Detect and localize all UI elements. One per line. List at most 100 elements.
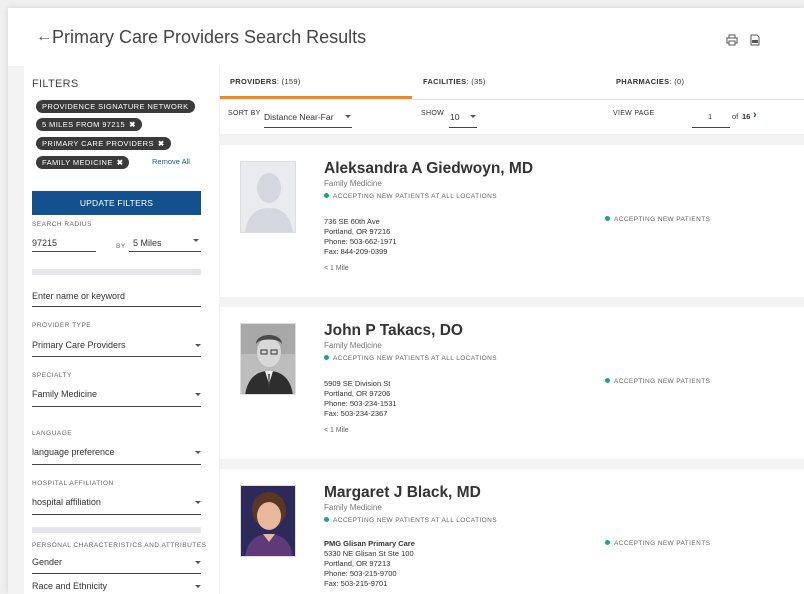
provider-type-select[interactable]: Primary Care Providers <box>32 340 126 350</box>
close-icon[interactable]: ✖ <box>158 139 165 148</box>
person-silhouette-icon <box>241 162 295 232</box>
chevron-down-icon[interactable] <box>193 239 199 242</box>
provider-photo <box>240 485 296 557</box>
provider-address: 5909 SE Division St Portland, OR 97206 P… <box>324 379 397 419</box>
arrow-left-icon[interactable]: ← <box>36 28 52 46</box>
sort-underline <box>264 127 352 128</box>
filters-title: FILTERS <box>32 78 79 90</box>
status-text: ACCEPTING NEW PATIENTS <box>614 540 711 547</box>
provider-name[interactable]: Margaret J Black, MD <box>324 484 481 502</box>
zip-input[interactable]: 97215 <box>32 238 57 248</box>
filter-chip-specialty[interactable]: FAMILY MEDICINE ✖ <box>36 156 130 169</box>
sort-toolbar: SORT BY Distance Near-Far SHOW 10 VIEW P… <box>220 100 804 134</box>
close-icon[interactable]: ✖ <box>129 120 136 129</box>
provider-headshot-color <box>241 486 295 556</box>
radius-select[interactable]: 5 Miles <box>133 238 162 248</box>
phone[interactable]: Phone: 503-662-1971 <box>324 237 397 247</box>
accepting-all-status: ACCEPTING NEW PATIENTS AT ALL LOCATIONS <box>324 355 497 362</box>
tab-count: : (0) <box>669 77 685 86</box>
specialty-select[interactable]: Family Medicine <box>32 389 97 399</box>
provider-card[interactable]: Margaret J Black, MD Family Medicine ACC… <box>220 469 804 594</box>
provider-specialty: Family Medicine <box>324 503 382 512</box>
divider <box>32 527 201 533</box>
tab-facilities[interactable]: FACILITIES: (35) <box>423 77 486 86</box>
print-icon[interactable] <box>726 34 738 46</box>
filters-sidebar: FILTERS PROVIDENCE SIGNATURE NETWORK 5 M… <box>24 66 219 594</box>
accepting-all-status: ACCEPTING NEW PATIENTS AT ALL LOCATIONS <box>324 517 497 524</box>
address-line-2: Portland, OR 97216 <box>324 227 391 236</box>
status-text: ACCEPTING NEW PATIENTS AT ALL LOCATIONS <box>333 517 497 524</box>
chip-label: 5 MILES FROM 97215 <box>42 120 126 129</box>
remove-all-link[interactable]: Remove All <box>152 157 190 166</box>
chevron-down-icon[interactable] <box>345 115 351 118</box>
show-select[interactable]: 10 <box>450 112 459 122</box>
filter-chip-distance[interactable]: 5 MILES FROM 97215 ✖ <box>36 118 142 131</box>
tab-providers[interactable]: PROVIDERS: (159) <box>230 77 301 86</box>
chevron-down-icon[interactable] <box>195 344 201 347</box>
name-keyword-input[interactable]: Enter name or keyword <box>32 291 125 301</box>
tab-count: : (35) <box>466 77 486 86</box>
chevron-down-icon[interactable] <box>195 561 201 564</box>
update-filters-button[interactable]: UPDATE FILTERS <box>32 191 201 215</box>
clinic-name[interactable]: PMG Glisan Primary Care <box>324 539 415 549</box>
divider <box>32 269 201 275</box>
chip-label: PRIMARY CARE PROVIDERS <box>42 139 154 148</box>
tab-label: PHARMACIES <box>616 77 670 86</box>
name-underline <box>32 306 201 307</box>
accepting-all-status: ACCEPTING NEW PATIENTS AT ALL LOCATIONS <box>324 193 497 200</box>
phone[interactable]: Phone: 503-234-1531 <box>324 399 397 409</box>
race-ethnicity-select[interactable]: Race and Ethnicity <box>32 581 107 591</box>
tab-label: PROVIDERS <box>230 77 277 86</box>
filter-chip-network[interactable]: PROVIDENCE SIGNATURE NETWORK <box>36 100 195 113</box>
chevron-down-icon[interactable] <box>195 451 201 454</box>
address-line-1: 5909 SE Division St <box>324 379 391 388</box>
filter-chip-provider-type[interactable]: PRIMARY CARE PROVIDERS ✖ <box>36 137 171 150</box>
next-page-icon[interactable]: › <box>753 109 757 121</box>
address-line-1: 736 SE 60th Ave <box>324 217 380 226</box>
language-underline <box>32 464 201 465</box>
provider-photo <box>240 323 296 395</box>
sort-select[interactable]: Distance Near-Far <box>264 112 333 122</box>
provider-type-underline <box>32 356 201 357</box>
hospital-select[interactable]: hospital affiliation <box>32 497 101 507</box>
status-dot-icon <box>324 355 329 360</box>
chip-label: PROVIDENCE SIGNATURE NETWORK <box>42 102 189 111</box>
fax: Fax: 844-209-0399 <box>324 247 388 256</box>
view-page-label: VIEW PAGE <box>613 110 655 117</box>
show-label: SHOW <box>421 110 444 117</box>
page-underline <box>692 127 730 128</box>
hospital-underline <box>32 514 201 515</box>
page-input[interactable]: 1 <box>708 112 712 121</box>
language-select[interactable]: language preference <box>32 447 115 457</box>
phone[interactable]: Phone: 503-215-9700 <box>324 569 415 579</box>
search-radius-label: SEARCH RADIUS <box>32 221 92 228</box>
status-text: ACCEPTING NEW PATIENTS <box>614 378 711 385</box>
close-icon[interactable]: ✖ <box>117 158 124 167</box>
pdf-icon[interactable] <box>749 34 761 46</box>
chevron-down-icon[interactable] <box>470 115 476 118</box>
chevron-down-icon[interactable] <box>195 501 201 504</box>
page-title: Primary Care Providers Search Results <box>52 27 367 47</box>
gender-select[interactable]: Gender <box>32 557 62 567</box>
chip-label: FAMILY MEDICINE <box>42 158 113 167</box>
chevron-down-icon[interactable] <box>195 585 201 588</box>
total-pages: 16 <box>742 112 751 121</box>
tab-pharmacies[interactable]: PHARMACIES: (0) <box>616 77 684 86</box>
radius-underline <box>129 251 201 252</box>
status-dot-icon <box>605 540 610 545</box>
chevron-down-icon[interactable] <box>195 393 201 396</box>
provider-type-label: PROVIDER TYPE <box>32 322 92 329</box>
page-header: ← Primary Care Providers Search Results <box>8 8 804 66</box>
tab-count: : (159) <box>276 77 301 86</box>
results-main: PROVIDERS: (159) FACILITIES: (35) PHARMA… <box>220 66 804 594</box>
provider-card[interactable]: Aleksandra A Giedwoyn, MD Family Medicin… <box>220 145 804 297</box>
status-dot-icon <box>605 378 610 383</box>
provider-name[interactable]: John P Takacs, DO <box>324 322 463 340</box>
provider-card[interactable]: John P Takacs, DO Family Medicine ACCEPT… <box>220 307 804 459</box>
provider-name[interactable]: Aleksandra A Giedwoyn, MD <box>324 160 533 178</box>
address-line-1: 5330 NE Glisan St Ste 100 <box>324 549 414 558</box>
location-accepting-status: ACCEPTING NEW PATIENTS <box>605 540 710 547</box>
personal-characteristics-label: PERSONAL CHARACTERISTICS AND ATTRIBUTES <box>32 542 207 549</box>
distance: < 1 Mile <box>324 265 349 272</box>
location-accepting-status: ACCEPTING NEW PATIENTS <box>605 216 710 223</box>
